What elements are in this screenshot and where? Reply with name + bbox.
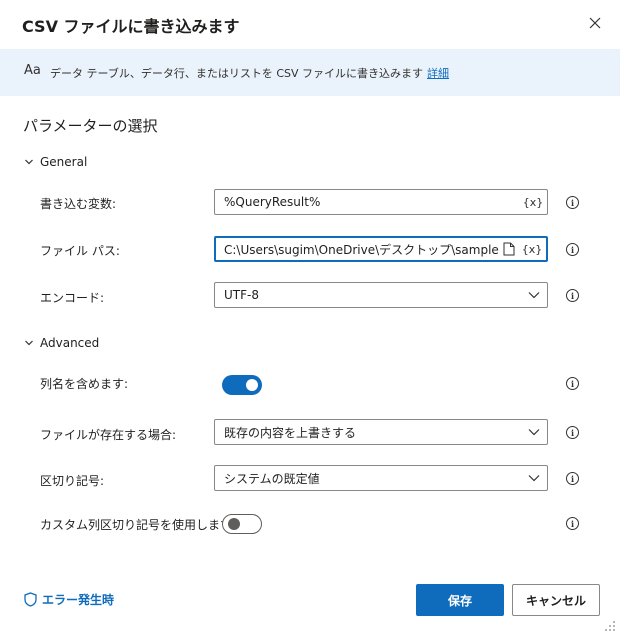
advanced-group-toggle[interactable]: Advanced <box>24 336 99 350</box>
variable-picker-icon[interactable]: {x} <box>520 243 544 256</box>
encoding-select-value: UTF-8 <box>224 288 259 302</box>
if-file-exists-label: ファイルが存在する場合: <box>40 428 177 442</box>
separator-select-value: システムの既定値 <box>224 471 320 486</box>
custom-separator-toggle[interactable] <box>222 514 262 534</box>
if-file-exists-select[interactable]: 既存の内容を上書きする <box>214 419 548 445</box>
banner-text: データ テーブル、データ行、またはリストを CSV ファイルに書き込みます 詳細 <box>50 65 449 81</box>
if-file-exists-select-value: 既存の内容を上書きする <box>224 425 357 440</box>
file-path-input[interactable]: C:\Users\sugim\OneDrive\デスクトップ\sample.cs… <box>214 236 548 262</box>
include-column-names-label: 列名を含めます: <box>40 377 129 391</box>
variable-label: 書き込む変数: <box>40 197 117 211</box>
file-icon <box>503 242 515 256</box>
info-banner: Aa データ テーブル、データ行、またはリストを CSV ファイルに書き込みます… <box>0 49 620 96</box>
general-group-label: General <box>40 155 88 169</box>
file-path-label: ファイル パス: <box>40 244 120 258</box>
close-icon <box>589 17 601 29</box>
shield-icon <box>24 592 37 607</box>
encoding-label: エンコード: <box>40 291 105 305</box>
toggle-knob <box>246 379 258 391</box>
toggle-knob <box>228 518 240 530</box>
chevron-down-icon <box>528 429 540 436</box>
section-title: パラメーターの選択 <box>23 117 158 135</box>
file-browse-button[interactable] <box>500 242 518 256</box>
chevron-down-icon <box>25 340 33 346</box>
dropdown-toggle <box>521 474 547 482</box>
on-error-link[interactable]: エラー発生時 <box>24 591 114 608</box>
banner-description: データ テーブル、データ行、またはリストを CSV ファイルに書き込みます <box>50 67 424 80</box>
file-path-input-value: C:\Users\sugim\OneDrive\デスクトップ\sample.cs… <box>224 242 500 257</box>
include-column-names-toggle[interactable] <box>222 375 262 395</box>
info-icon[interactable]: i <box>566 426 579 439</box>
on-error-label: エラー発生時 <box>42 593 115 607</box>
variable-input[interactable]: %QueryResult% {x} <box>214 189 548 215</box>
dropdown-toggle <box>521 291 547 299</box>
custom-separator-label: カスタム列区切り記号を使用します: <box>40 518 237 532</box>
separator-select[interactable]: システムの既定値 <box>214 465 548 491</box>
info-icon[interactable]: i <box>566 472 579 485</box>
info-icon[interactable]: i <box>566 196 579 209</box>
info-icon[interactable]: i <box>566 517 579 530</box>
encoding-select[interactable]: UTF-8 <box>214 282 548 308</box>
info-icon[interactable]: i <box>566 289 579 302</box>
separator-label: 区切り記号: <box>40 474 105 488</box>
cancel-button[interactable]: キャンセル <box>512 584 600 616</box>
chevron-down-icon <box>25 159 33 165</box>
save-button[interactable]: 保存 <box>416 584 504 616</box>
dialog-title: CSV ファイルに書き込みます <box>22 17 240 36</box>
info-icon[interactable]: i <box>566 243 579 256</box>
variable-picker-icon[interactable]: {x} <box>521 196 545 209</box>
close-button[interactable] <box>583 11 607 35</box>
text-type-icon: Aa <box>24 63 41 78</box>
info-icon[interactable]: i <box>566 377 579 390</box>
general-group-toggle[interactable]: General <box>24 155 87 169</box>
chevron-down-icon <box>528 292 540 299</box>
resize-grip-icon[interactable] <box>604 620 616 632</box>
dropdown-toggle <box>521 428 547 436</box>
details-link[interactable]: 詳細 <box>427 67 449 80</box>
chevron-down-icon <box>528 475 540 482</box>
advanced-group-label: Advanced <box>40 336 100 350</box>
variable-input-value: %QueryResult% <box>224 195 321 209</box>
